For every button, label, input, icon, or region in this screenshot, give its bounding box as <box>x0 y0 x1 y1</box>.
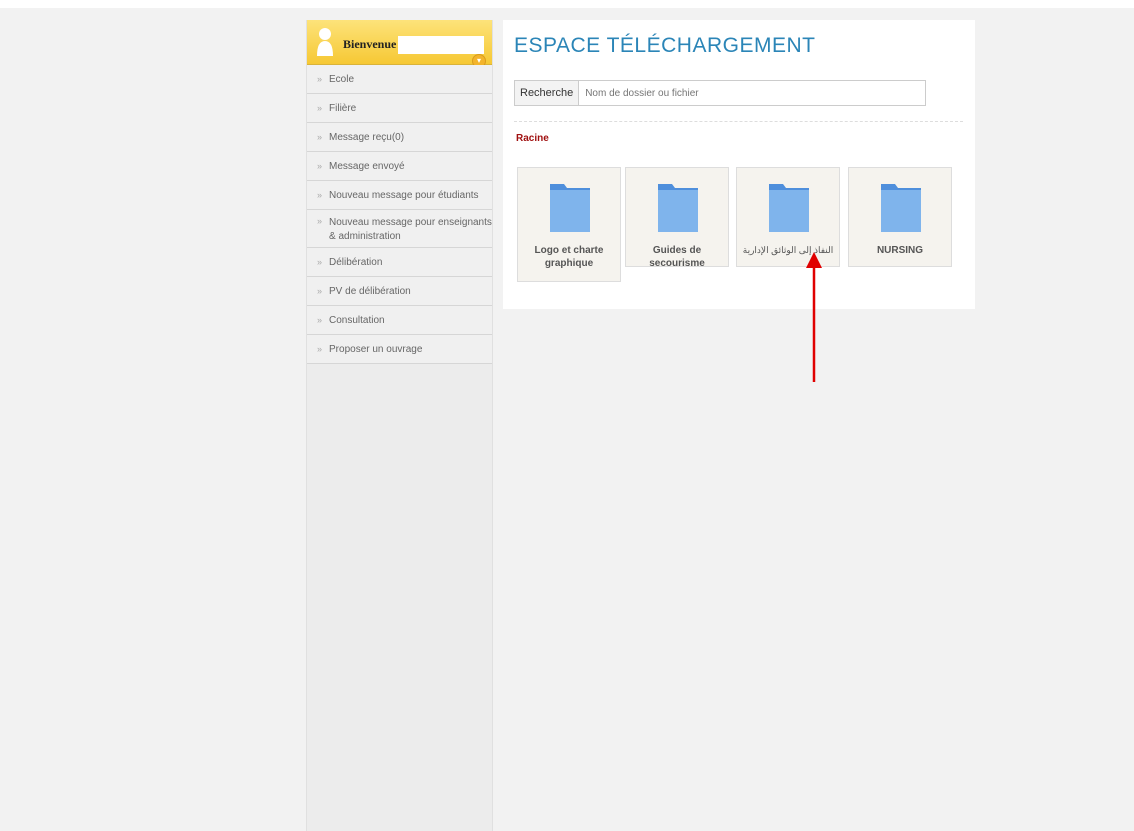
chevron-right-icon: » <box>317 190 323 200</box>
red-arrow-annotation <box>806 252 822 382</box>
sidebar-item-nouveau-message-pour-tudiants[interactable]: » Nouveau message pour étudiants <box>307 181 492 210</box>
chevron-right-icon: » <box>317 161 323 171</box>
folder-label: NURSING <box>876 245 924 256</box>
sidebar-item-label: Consultation <box>329 314 385 326</box>
sidebar: Bienvenue ▾ Nouveautés»Ecole»FilièreMess… <box>306 20 493 831</box>
sidebar-item-label: Message reçu(0) <box>329 131 405 143</box>
folder-nursing[interactable]: NURSING <box>848 167 952 267</box>
folder-icon <box>769 184 809 232</box>
sidebar-header: Bienvenue ▾ <box>307 20 492 68</box>
sidebar-item-fili-re[interactable]: » Filière <box>307 94 492 123</box>
folder-icon <box>658 184 698 232</box>
user-name-box <box>398 36 484 54</box>
sidebar-item-label: Nouveau message pour étudiants <box>329 189 479 201</box>
sidebar-item-message-envoy[interactable]: » Message envoyé <box>307 152 492 181</box>
folder-guides-secourisme[interactable]: Guides de secourisme <box>625 167 729 269</box>
sidebar-item-label: Message envoyé <box>329 160 405 172</box>
folder-icon <box>881 184 921 232</box>
chevron-right-icon: » <box>317 257 323 267</box>
welcome-label: Bienvenue <box>343 37 397 51</box>
sidebar-menu: Nouveautés»Ecole»FilièreMessagerie»Messa… <box>307 65 492 364</box>
sidebar-item-label: Ecole <box>329 73 355 85</box>
user-icon <box>317 28 333 56</box>
sidebar-item-nouveau-message-pour-enseignants-administration[interactable]: » Nouveau message pour enseignants & admi… <box>307 210 492 248</box>
chevron-right-icon: » <box>317 286 323 296</box>
search-label: Recherche <box>515 81 580 105</box>
chevron-right-icon: » <box>317 74 323 84</box>
search-bar: Recherche <box>514 80 926 106</box>
folder-label: Logo et charte graphique <box>534 245 604 269</box>
sidebar-item-label: PV de délibération <box>329 285 411 297</box>
top-band <box>0 0 1134 8</box>
sidebar-item-label: Proposer un ouvrage <box>329 343 423 355</box>
chevron-right-icon: » <box>317 344 323 354</box>
sidebar-item-ecole[interactable]: » Ecole <box>307 65 492 94</box>
sidebar-item-label: Nouveau message pour enseignants & admin… <box>329 217 492 242</box>
download-space-panel: ESPACE TÉLÉCHARGEMENT Recherche Racine L… <box>503 20 975 309</box>
sidebar-item-consultation[interactable]: » Consultation <box>307 306 492 335</box>
page-title: ESPACE TÉLÉCHARGEMENT <box>514 34 816 57</box>
breadcrumb[interactable]: Racine <box>516 133 549 144</box>
sidebar-item-label: Filière <box>329 102 357 114</box>
chevron-right-icon: » <box>317 132 323 142</box>
divider <box>514 121 963 122</box>
sidebar-item-label: Délibération <box>329 256 383 268</box>
search-input[interactable] <box>579 81 925 105</box>
sidebar-item-d-lib-ration[interactable]: » Délibération <box>307 248 492 277</box>
folder-logo-charte[interactable]: Logo et charte graphique <box>517 167 621 282</box>
sidebar-item-message-re-u-0[interactable]: » Message reçu(0) <box>307 123 492 152</box>
chevron-right-icon: » <box>317 315 323 325</box>
sidebar-item-proposer-un-ouvrage[interactable]: » Proposer un ouvrage <box>307 335 492 364</box>
sidebar-item-pv-de-d-lib-ration[interactable]: » PV de délibération <box>307 277 492 306</box>
folder-icon <box>550 184 590 232</box>
chevron-right-icon: » <box>317 103 323 113</box>
chevron-right-icon: » <box>317 216 323 226</box>
folder-arabic-documents[interactable]: النفاذ إلى الوثائق الإدارية <box>736 167 840 267</box>
folder-label: Guides de secourisme <box>649 245 705 269</box>
